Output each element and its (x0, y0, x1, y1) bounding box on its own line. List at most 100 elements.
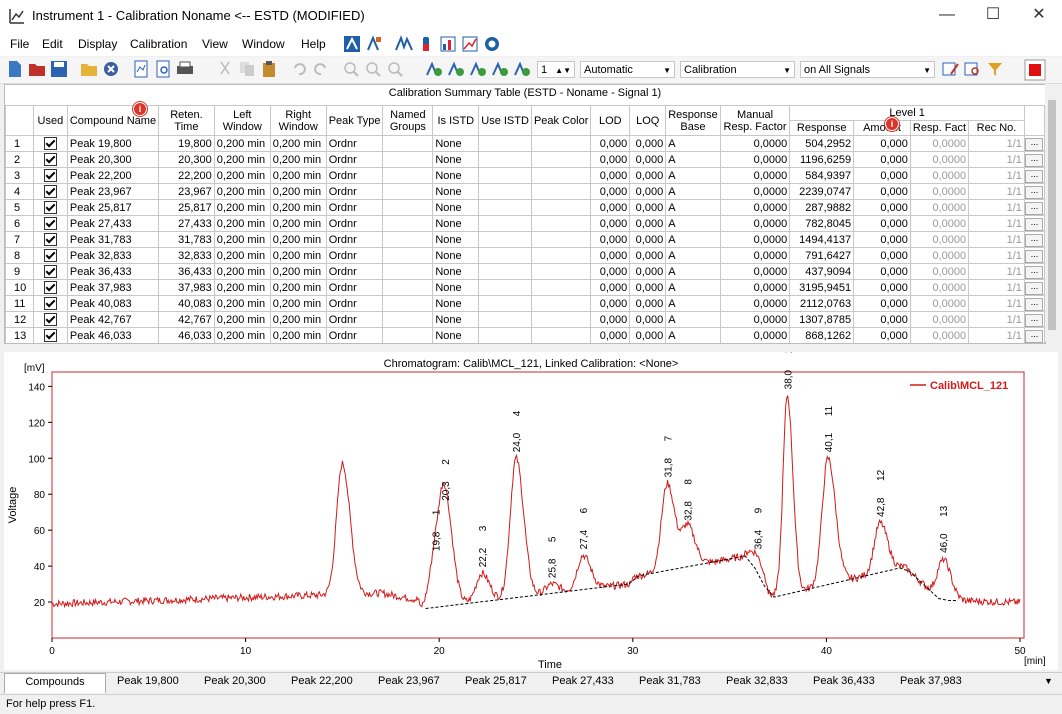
manual-resp-factor-cell[interactable]: 0,0000 (719, 231, 791, 248)
peak-color-cell[interactable] (530, 327, 592, 343)
stop-icon[interactable] (1024, 59, 1046, 81)
is-istd-cell[interactable]: None (432, 247, 480, 264)
right-window-cell[interactable]: 0,200 min (269, 263, 327, 280)
compound-name-cell[interactable]: Peak 31,783 (66, 231, 160, 248)
peak-type-cell[interactable]: Ordnr (325, 279, 384, 296)
ellipsis-icon[interactable]: ... (1025, 218, 1044, 231)
named-groups-cell[interactable] (382, 135, 434, 152)
response-cell[interactable]: 782,8045 (789, 215, 855, 232)
ellipsis-icon[interactable]: ... (1025, 314, 1044, 327)
empty-cell[interactable] (910, 344, 968, 345)
peak-type-cell[interactable]: Ordnr (325, 199, 384, 216)
right-window-cell[interactable]: 0,200 min (269, 247, 327, 264)
tab-compounds[interactable]: Compounds (4, 673, 106, 693)
empty-cell[interactable] (854, 344, 911, 345)
empty-cell[interactable] (479, 344, 532, 345)
is-istd-cell[interactable]: None (432, 279, 480, 296)
reten-time-cell[interactable]: 19,800 (158, 135, 215, 152)
close-circle-icon[interactable] (102, 60, 120, 78)
left-window-cell[interactable]: 0,200 min (213, 231, 271, 248)
is-istd-cell[interactable]: None (432, 215, 480, 232)
is-istd-cell[interactable]: None (432, 311, 480, 328)
row-number[interactable]: 4 (5, 183, 34, 200)
lod-cell[interactable]: 0,000 (590, 215, 631, 232)
tab-peak-37-983[interactable]: Peak 37,983 (900, 675, 962, 687)
paste-icon[interactable] (260, 60, 278, 78)
menu-display[interactable]: Display (78, 37, 117, 51)
compound-name-cell[interactable]: Peak 42,767 (66, 311, 160, 328)
lod-cell[interactable]: 0,000 (590, 327, 631, 343)
manual-resp-factor-cell[interactable]: 0,0000 (719, 167, 791, 184)
reten-time-cell[interactable]: 46,033 (158, 327, 215, 343)
maximize-button[interactable]: ☐ (970, 0, 1016, 32)
peak-type-cell[interactable]: Ordnr (325, 247, 384, 264)
ellipsis-button[interactable]: ... (1023, 263, 1045, 280)
response-base-cell[interactable]: A (665, 183, 721, 200)
header-amount[interactable]: Amount (853, 120, 911, 136)
amount-cell[interactable]: 0,000 (853, 231, 911, 248)
header-used[interactable]: Used (32, 105, 68, 136)
named-groups-cell[interactable] (382, 167, 434, 184)
table-row[interactable]: 6 Peak 27,433 27,433 0,200 min 0,200 min Ordn… (5, 215, 1045, 232)
reten-time-cell[interactable]: 36,433 (158, 263, 215, 280)
peak-type-cell[interactable]: Ordnr (325, 151, 384, 168)
use-istd-cell[interactable] (478, 215, 532, 232)
resp-fact-cell[interactable]: 0,0000 (909, 263, 970, 280)
compound-name-cell[interactable]: Peak 20,300 (66, 151, 160, 168)
ellipsis-button[interactable]: ... (1023, 295, 1045, 312)
peak-type-cell[interactable]: Ordnr (325, 263, 384, 280)
loq-cell[interactable]: 0,000 (629, 215, 667, 232)
row-number[interactable]: 5 (5, 199, 34, 216)
resp-fact-cell[interactable]: 0,0000 (909, 247, 970, 264)
peak-tool-3-icon[interactable] (470, 60, 488, 78)
reten-time-cell[interactable]: 23,967 (158, 183, 215, 200)
ellipsis-button[interactable]: ... (1023, 215, 1045, 232)
ellipsis-button[interactable]: ... (1023, 311, 1045, 328)
menu-calibration[interactable]: Calibration (130, 37, 187, 51)
right-window-cell[interactable]: 0,200 min (269, 183, 327, 200)
left-window-cell[interactable]: 0,200 min (213, 199, 271, 216)
empty-cell[interactable] (1024, 344, 1044, 345)
response-base-cell[interactable]: A (665, 263, 721, 280)
header-peak-type[interactable]: Peak Type (325, 105, 384, 136)
used-checkbox[interactable] (32, 247, 68, 264)
left-window-cell[interactable]: 0,200 min (213, 135, 271, 152)
compound-name-cell[interactable]: Peak 37,983 (66, 279, 160, 296)
amount-cell[interactable]: 0,000 (853, 135, 911, 152)
peak-color-cell[interactable] (530, 279, 592, 296)
scroll-thumb[interactable] (1048, 100, 1056, 330)
ellipsis-button[interactable]: ... (1023, 327, 1045, 343)
left-window-cell[interactable]: 0,200 min (213, 183, 271, 200)
ellipsis-button[interactable]: ... (1023, 183, 1045, 200)
lod-cell[interactable]: 0,000 (590, 183, 631, 200)
peak-type-cell[interactable]: Ordnr (325, 135, 384, 152)
info-icon[interactable]: i (133, 102, 147, 116)
row-number[interactable]: 11 (5, 295, 34, 312)
rec-no-cell[interactable]: 1/1 (968, 167, 1025, 184)
right-window-cell[interactable]: 0,200 min (269, 151, 327, 168)
lod-cell[interactable]: 0,000 (590, 199, 631, 216)
bar-chart-icon[interactable] (439, 35, 457, 53)
empty-cell[interactable] (6, 344, 34, 345)
info-icon[interactable]: i (885, 117, 899, 131)
response-cell[interactable]: 1196,6259 (789, 151, 855, 168)
menu-help[interactable]: Help (301, 37, 326, 51)
header-right-window[interactable]: Right Window (269, 105, 327, 136)
peak-tool-1-icon[interactable] (426, 60, 444, 78)
checkbox[interactable] (43, 217, 57, 230)
peak-color-cell[interactable] (530, 167, 592, 184)
empty-cell[interactable] (790, 344, 854, 345)
peak-color-cell[interactable] (530, 295, 592, 312)
resp-fact-cell[interactable]: 0,0000 (909, 327, 970, 343)
calibration-b-icon[interactable] (365, 35, 383, 53)
table-row[interactable]: 3 Peak 22,200 22,200 0,200 min 0,200 min Ordn… (5, 167, 1045, 184)
right-window-cell[interactable]: 0,200 min (269, 231, 327, 248)
open-folder-icon[interactable] (80, 60, 98, 78)
target-icon[interactable] (483, 35, 501, 53)
peak-color-cell[interactable] (530, 311, 592, 328)
use-istd-cell[interactable] (478, 279, 532, 296)
ellipsis-icon[interactable]: ... (1025, 330, 1044, 343)
menu-file[interactable]: File (10, 37, 29, 51)
use-istd-cell[interactable] (478, 183, 532, 200)
tab-peak-19-800[interactable]: Peak 19,800 (117, 675, 179, 687)
